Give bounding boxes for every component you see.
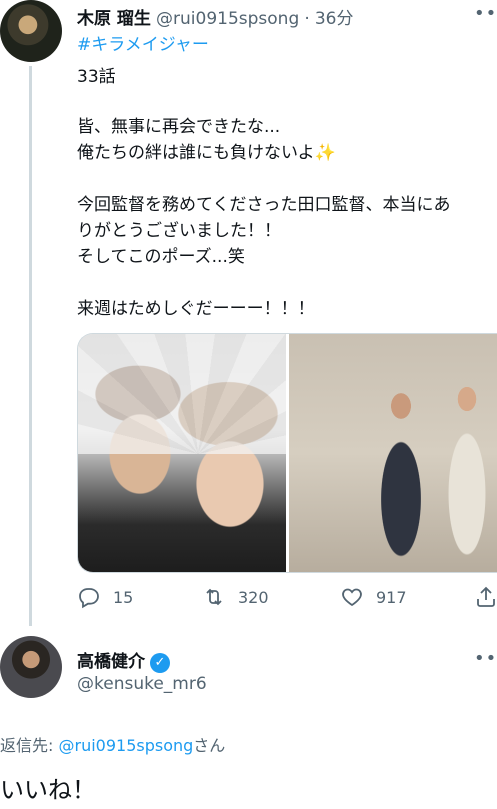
verified-badge-icon: ✓: [150, 652, 170, 673]
tweet-text-line: 33話: [77, 67, 116, 87]
like-count: 917: [376, 587, 407, 607]
tweet-text-segment: 俺たちの絆は誰にも負けないよ: [77, 143, 315, 163]
reply-author-name[interactable]: 高橋健介: [77, 652, 145, 672]
separator: ·: [304, 9, 310, 29]
reply-to-suffix: さん: [193, 736, 226, 755]
media-grid: [77, 333, 497, 573]
tweet-text-line: そしてこのポーズ...笑: [77, 247, 245, 267]
tweet-text-line: 俺たちの絆は誰にも負けないよ✨: [77, 138, 336, 163]
author-name[interactable]: 木原 瑠生: [77, 9, 151, 29]
reply-button[interactable]: 15: [77, 585, 133, 609]
tweet-text-line: りがとうございました！！: [77, 221, 281, 241]
tweet-text-line: 皆、無事に再会できたな...: [77, 117, 281, 137]
retweet-icon: [206, 588, 222, 606]
sparkle-icon: ✨: [314, 143, 336, 163]
share-icon: [477, 586, 495, 607]
reply-to-handle[interactable]: @rui0915spsong: [58, 736, 193, 755]
umbrella-shape: [78, 334, 286, 454]
share-button[interactable]: [474, 585, 497, 609]
tweet-text-line: 来週はためしぐだーーー！！！: [77, 299, 315, 319]
reply-to-prefix: 返信先:: [0, 736, 59, 755]
retweet-count: 320: [238, 587, 269, 607]
author-handle[interactable]: @rui0915spsong: [156, 9, 299, 29]
like-icon: [342, 588, 362, 607]
retweet-button[interactable]: 320: [202, 585, 269, 609]
tweet-text-line: 今回監督を務めてくださった田口監督、本当にあ: [77, 195, 451, 215]
hashtag-link[interactable]: #キラメイジャー: [77, 30, 209, 55]
tweet-header: 木原 瑠生 @rui0915spsong · 36分: [77, 4, 353, 29]
tweet-time[interactable]: 36分: [315, 9, 354, 29]
reply-header: 高橋健介 ✓: [77, 647, 170, 673]
reply-to-line: 返信先: @rui0915spsongさん: [0, 732, 225, 756]
author-avatar[interactable]: [0, 0, 62, 62]
reply-count: 15: [113, 587, 134, 607]
reply-more-icon[interactable]: •••: [474, 648, 497, 669]
reply-author-avatar[interactable]: [0, 636, 62, 698]
reply-icon: [79, 588, 99, 609]
like-button[interactable]: 917: [340, 585, 407, 609]
reply-author-handle[interactable]: @kensuke_mr6: [77, 674, 207, 694]
reply-text: いいね！: [0, 776, 96, 804]
thread-line: [29, 66, 32, 626]
more-icon[interactable]: •••: [474, 3, 497, 24]
photo-pose[interactable]: [289, 334, 497, 572]
